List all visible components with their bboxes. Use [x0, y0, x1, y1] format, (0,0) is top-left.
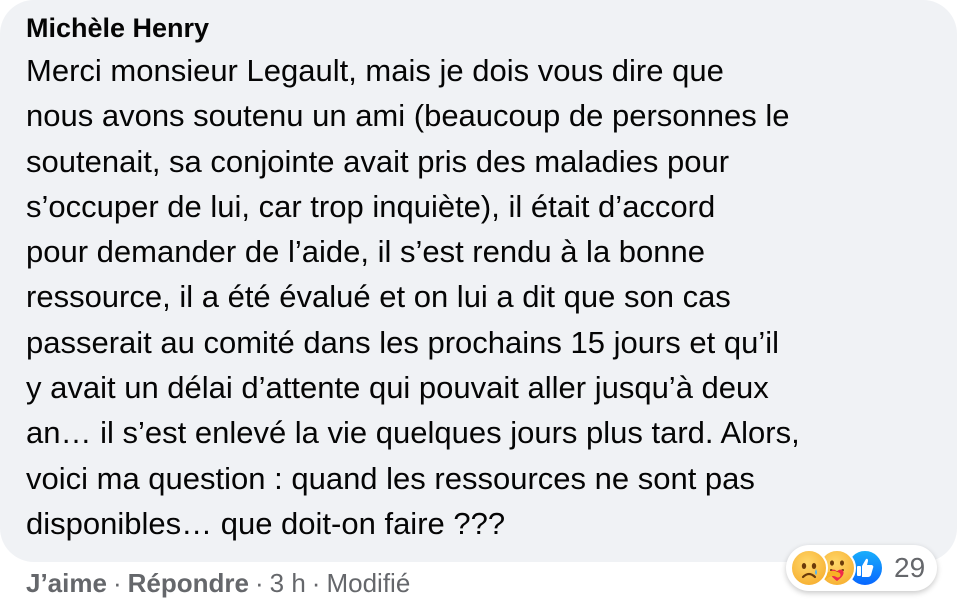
reply-button[interactable]: Répondre: [128, 568, 249, 598]
comment-text: Merci monsieur Legault, mais je dois vou…: [26, 53, 800, 541]
sad-emoji-icon: [790, 549, 828, 587]
edited-label[interactable]: Modifié: [326, 568, 410, 598]
comment-timestamp[interactable]: 3 h: [270, 568, 306, 598]
comment-bubble: Michèle Henry Merci monsieur Legault, ma…: [0, 0, 957, 562]
comment-actions: J’aime · Répondre · 3 h · Modifié: [26, 566, 410, 600]
reaction-count: 29: [894, 552, 926, 583]
like-button[interactable]: J’aime: [26, 568, 107, 598]
separator: ·: [112, 568, 122, 598]
separator: ·: [311, 568, 321, 598]
reactions-summary[interactable]: 29: [786, 545, 938, 591]
separator: ·: [254, 568, 264, 598]
comment-author[interactable]: Michèle Henry: [26, 8, 933, 48]
